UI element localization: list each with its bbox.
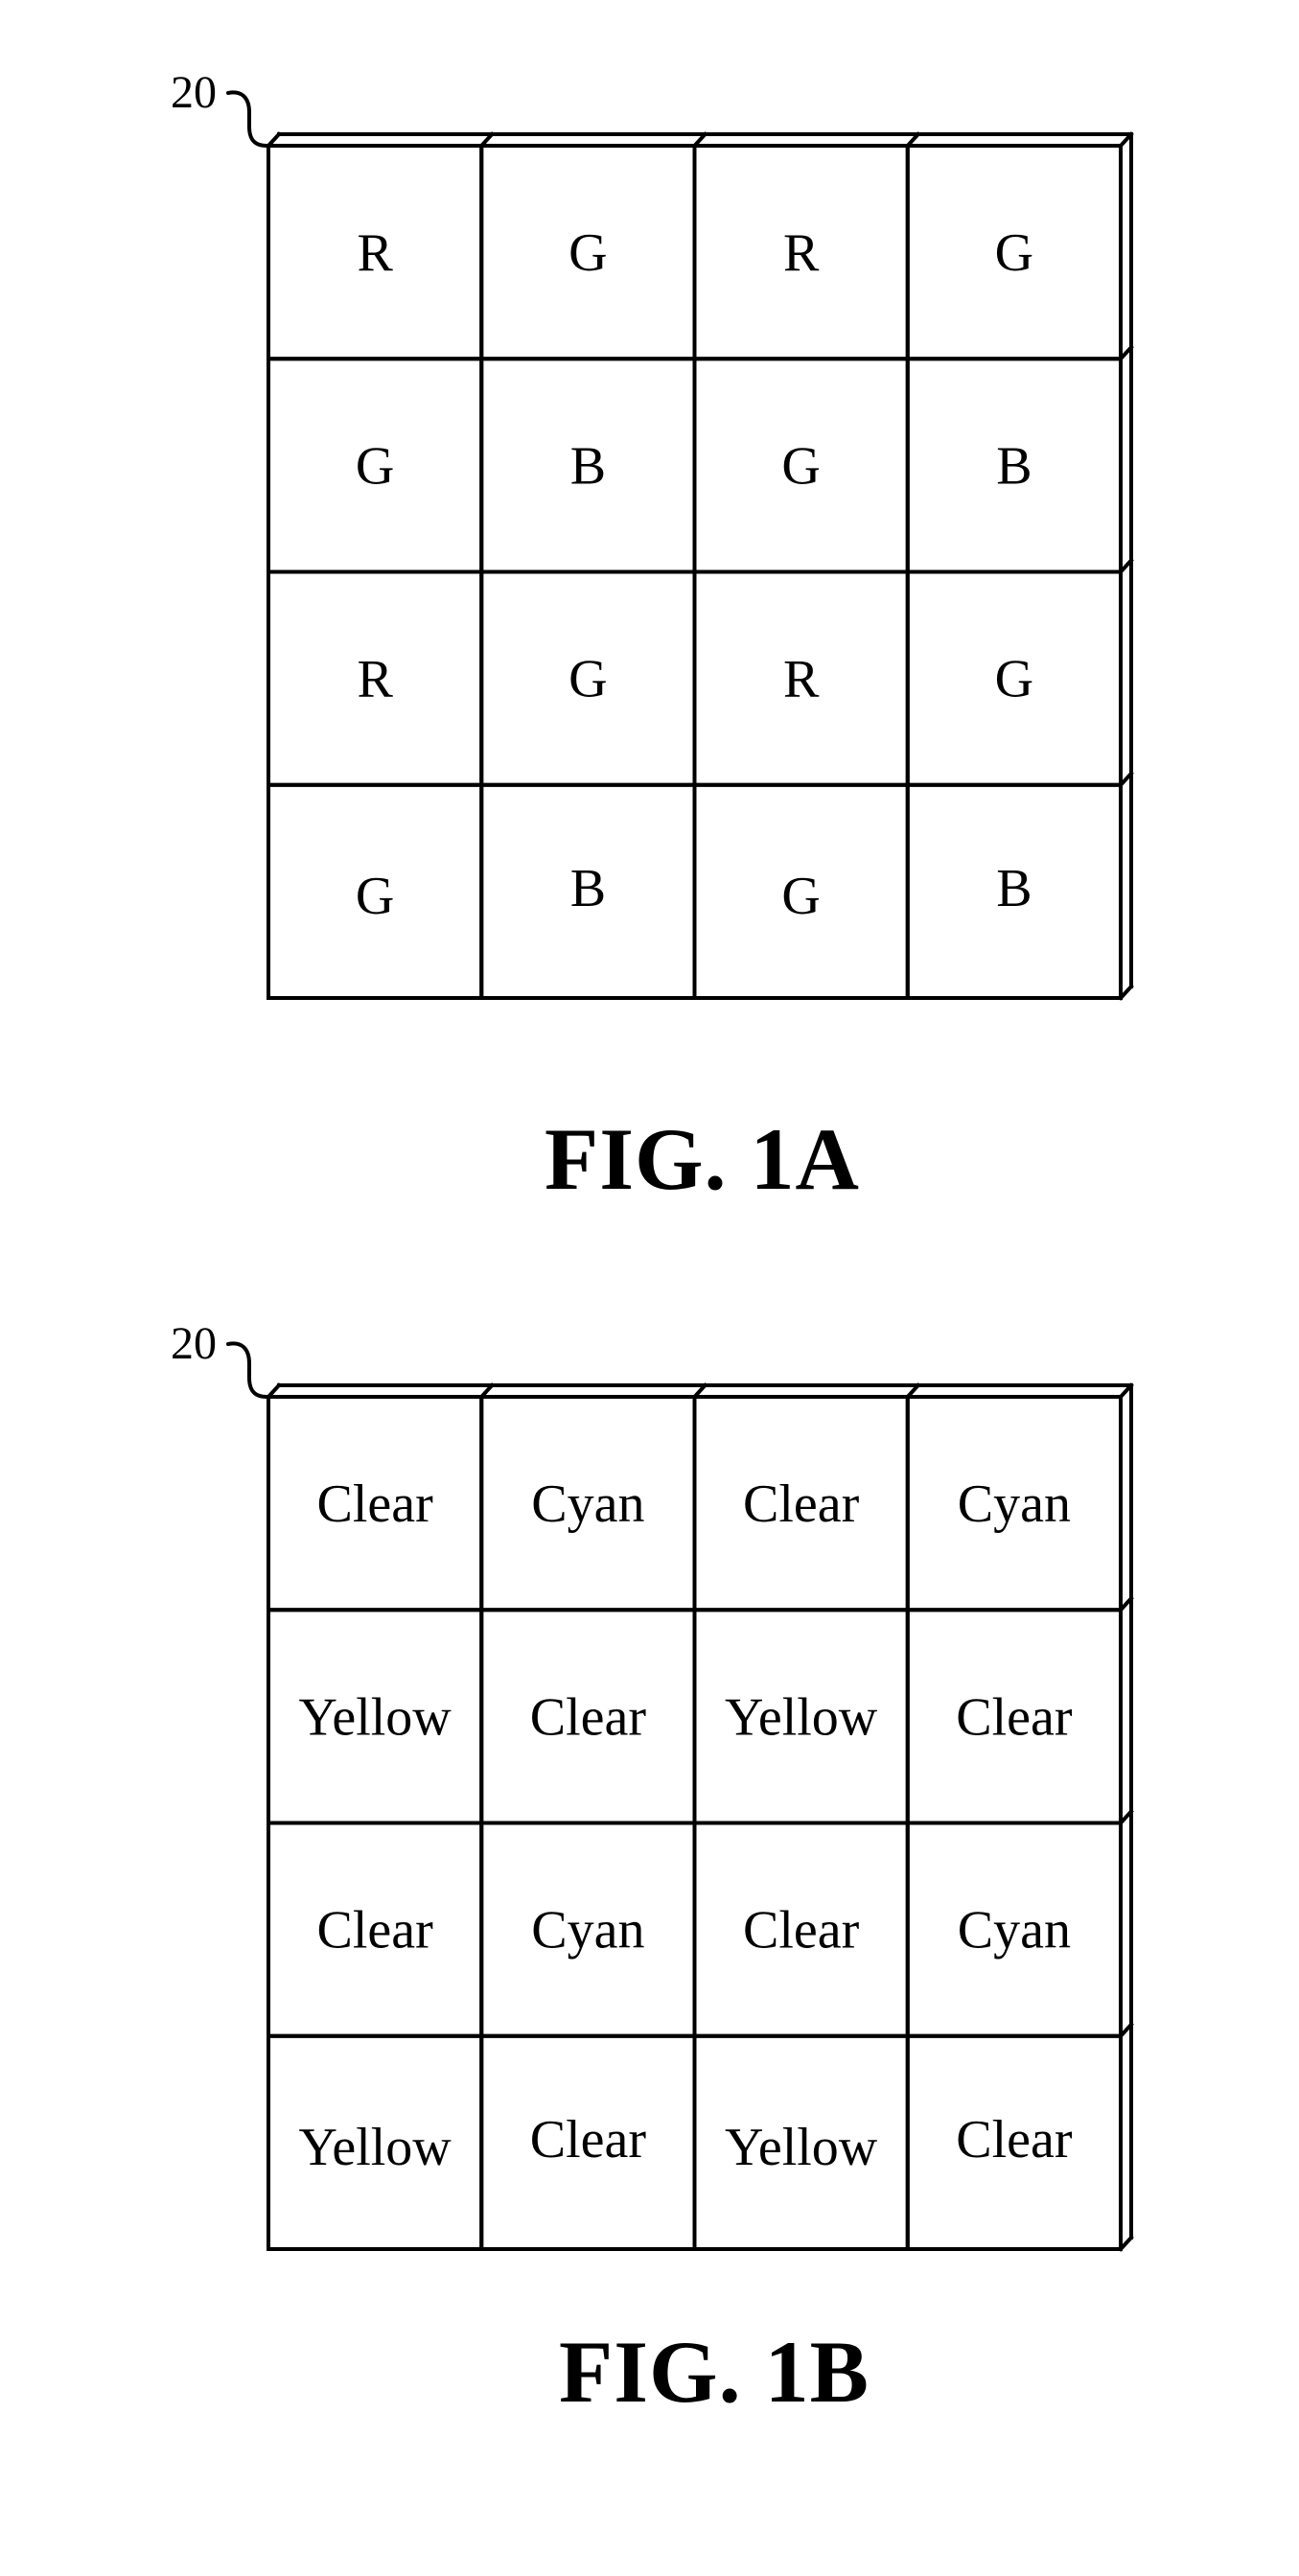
filter-cell: Clear <box>692 1395 910 1613</box>
cell-label: Yellow <box>299 2118 452 2177</box>
filter-cell: G <box>692 357 910 574</box>
cell-label: R <box>357 223 393 283</box>
filter-cell: G <box>479 144 697 361</box>
figure-caption-1b: FIG. 1B <box>559 2323 870 2421</box>
cell-label: G <box>995 650 1033 709</box>
cell-label: Cyan <box>531 1474 644 1534</box>
filter-cell: G <box>692 782 910 1000</box>
filter-cell: Cyan <box>905 1821 1123 2038</box>
cell-label: Cyan <box>958 1901 1071 1961</box>
filter-cell: Cyan <box>479 1821 697 2038</box>
filter-cell: Yellow <box>267 1608 484 1825</box>
filter-cell: G <box>479 569 697 787</box>
filter-cell: Clear <box>692 1821 910 2038</box>
cell-label: G <box>781 436 820 496</box>
cell-label: B <box>570 436 606 496</box>
figure-1a: 20 R G R G G B G B R G R G G B G B FIG. 1A <box>0 0 1299 1251</box>
filter-cell: Cyan <box>905 1395 1123 1613</box>
cell-label: Clear <box>956 1687 1073 1747</box>
filter-cell: Clear <box>479 2033 697 2251</box>
cell-label: G <box>995 223 1033 283</box>
cell-label: R <box>783 650 820 709</box>
cell-label: G <box>568 650 607 709</box>
leader-line <box>226 90 268 148</box>
reference-numeral: 20 <box>171 67 217 118</box>
filter-cell: Clear <box>479 1608 697 1825</box>
filter-cell: Cyan <box>479 1395 697 1613</box>
cell-label: B <box>996 859 1032 918</box>
figure-1b: 20 Clear Cyan Clear Cyan Yellow Clear Yellow Cle… <box>0 1251 1299 2576</box>
cell-label: Yellow <box>725 2118 878 2177</box>
cell-label: G <box>356 867 394 926</box>
cell-label: Clear <box>530 1687 647 1747</box>
cell-label: G <box>781 867 820 926</box>
figure-caption-1a: FIG. 1A <box>545 1110 860 1208</box>
cell-label: Clear <box>743 1901 860 1961</box>
filter-cell: Clear <box>267 1395 484 1613</box>
cell-label: Yellow <box>299 1687 452 1747</box>
filter-cell: Yellow <box>267 2033 484 2251</box>
reference-numeral: 20 <box>171 1318 217 1369</box>
filter-cell: Yellow <box>692 1608 910 1825</box>
filter-cell: B <box>905 782 1123 1000</box>
filter-cell: G <box>267 357 484 574</box>
filter-cell: Clear <box>267 1821 484 2038</box>
cell-label: R <box>357 650 393 709</box>
filter-cell: Yellow <box>692 2033 910 2251</box>
cell-label: Cyan <box>958 1474 1071 1534</box>
cell-label: B <box>570 859 606 918</box>
filter-cell: R <box>267 144 484 361</box>
filter-grid: Clear Cyan Clear Cyan Yellow Clear Yellow Clear… <box>267 1395 1123 2251</box>
leader-line <box>226 1341 268 1399</box>
cell-label: Clear <box>743 1474 860 1534</box>
cell-label: B <box>996 436 1032 496</box>
filter-grid: R G R G G B G B R G R G G B G B <box>267 144 1123 1000</box>
cell-label: Clear <box>530 2110 647 2170</box>
filter-cell: Clear <box>905 2033 1123 2251</box>
cell-label: Clear <box>316 1901 433 1961</box>
filter-cell: R <box>267 569 484 787</box>
filter-cell: G <box>267 782 484 1000</box>
filter-cell: B <box>479 357 697 574</box>
filter-cell: B <box>905 357 1123 574</box>
filter-cell: R <box>692 144 910 361</box>
cell-label: G <box>568 223 607 283</box>
cell-label: Clear <box>316 1474 433 1534</box>
filter-cell: Clear <box>905 1608 1123 1825</box>
filter-cell: G <box>905 569 1123 787</box>
filter-cell: G <box>905 144 1123 361</box>
cell-label: Cyan <box>531 1901 644 1961</box>
filter-cell: B <box>479 782 697 1000</box>
cell-label: G <box>356 436 394 496</box>
cell-label: R <box>783 223 820 283</box>
filter-cell: R <box>692 569 910 787</box>
cell-label: Clear <box>956 2110 1073 2170</box>
cell-label: Yellow <box>725 1687 878 1747</box>
